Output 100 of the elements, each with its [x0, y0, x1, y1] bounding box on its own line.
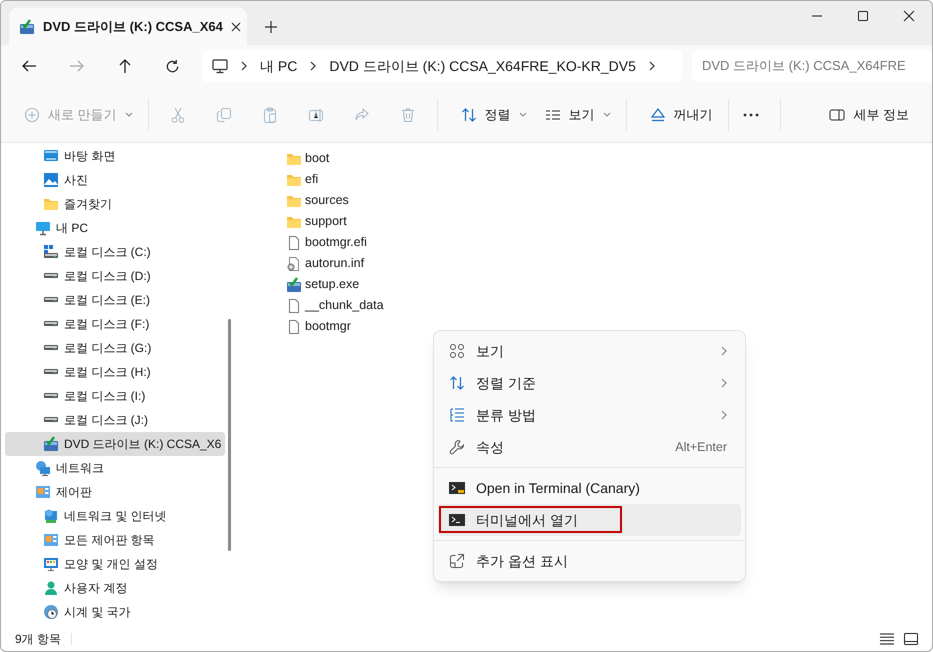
file-name[interactable]: __chunk_data	[305, 296, 384, 315]
menu-item[interactable]: 추가 옵션 표시	[438, 545, 741, 577]
refresh-icon[interactable]	[165, 58, 180, 74]
monitor-palette-icon	[43, 556, 59, 572]
terminal-icon	[449, 512, 465, 528]
breadcrumb[interactable]: DVD 드라이브 (K:) CCSA_X64FRE_KO-KR_DV5	[329, 56, 636, 76]
toolbar-button[interactable]: 세부 정보	[820, 98, 918, 132]
file-name[interactable]: setup.exe	[305, 275, 360, 294]
sidebar-item[interactable]: 로컬 디스크 (F:)	[5, 312, 225, 336]
sidebar-item[interactable]: 네트워크 및 인터넷	[5, 504, 225, 528]
sidebar-item[interactable]: 네트워크	[5, 456, 225, 480]
dvd-drive-icon	[19, 18, 35, 34]
menu-item[interactable]: 분류 방법	[438, 399, 741, 431]
sidebar-item[interactable]: 사진	[5, 168, 225, 192]
sidebar-item[interactable]: 내 PC	[5, 216, 225, 240]
back-icon[interactable]	[21, 58, 37, 74]
file-icon	[286, 234, 302, 250]
search-placeholder: DVD 드라이브 (K:) CCSA_X64FRE	[702, 57, 906, 76]
file-name[interactable]: boot	[305, 149, 330, 168]
drive-icon	[43, 272, 59, 278]
sidebar-item[interactable]: 로컬 디스크 (J:)	[5, 408, 225, 432]
menu-item[interactable]: 터미널에서 열기	[438, 504, 741, 536]
computer-icon	[212, 58, 228, 74]
setup-icon	[286, 276, 302, 292]
caret-icon	[602, 112, 611, 117]
caret-icon	[518, 112, 527, 117]
sidebar-item[interactable]: 모든 제어판 항목	[5, 528, 225, 552]
control-panel-icon	[35, 484, 51, 500]
details-pane-icon	[829, 106, 846, 122]
shortcut-text: Alt+Enter	[675, 438, 727, 456]
settings-file-icon	[286, 256, 302, 272]
new-icon	[24, 106, 40, 122]
list-icon	[449, 407, 465, 423]
dropdown-button[interactable]: 정렬	[452, 98, 536, 132]
tab-title: DVD 드라이브 (K:) CCSA_X64	[43, 18, 223, 36]
eject-icon	[650, 106, 666, 122]
desktop-icon	[43, 148, 59, 164]
menu-item[interactable]: Open in Terminal (Canary)	[438, 472, 741, 504]
drive-icon	[43, 392, 59, 398]
sidebar-item[interactable]: 사용자 계정	[5, 576, 225, 600]
sidebar-item[interactable]: 제어판	[5, 480, 225, 504]
sidebar-item[interactable]: 바탕 화면	[5, 144, 225, 168]
dvd-drive-icon	[43, 436, 59, 452]
picture-icon	[43, 172, 59, 188]
chevron-right-icon[interactable]	[309, 61, 318, 71]
dropdown-button[interactable]: 보기	[536, 98, 620, 132]
window-tab[interactable]: DVD 드라이브 (K:) CCSA_X64	[9, 8, 247, 45]
sidebar-item[interactable]: 로컬 디스크 (I:)	[5, 384, 225, 408]
toolbar-button[interactable]: 꺼내기	[640, 98, 722, 132]
tiles-view-icon[interactable]	[904, 633, 918, 645]
scrollbar[interactable]	[228, 319, 231, 551]
sidebar-item[interactable]: DVD 드라이브 (K:) CCSA_X6	[5, 432, 225, 456]
drive-icon	[43, 344, 59, 350]
computer-icon	[35, 220, 51, 236]
search-field[interactable]: DVD 드라이브 (K:) CCSA_X64FRE	[692, 50, 932, 82]
sidebar-item[interactable]: 즐겨찾기	[5, 192, 225, 216]
sort-icon	[449, 375, 465, 391]
close-tab-icon[interactable]	[230, 22, 241, 32]
file-name[interactable]: autorun.inf	[305, 254, 364, 273]
user-icon	[43, 580, 59, 596]
drive-icon	[43, 320, 59, 326]
drive-icon	[43, 368, 59, 374]
file-name[interactable]: sources	[305, 191, 349, 210]
folder-icon	[43, 196, 59, 212]
file-name[interactable]: efi	[305, 170, 318, 189]
details-view-icon[interactable]	[880, 633, 894, 645]
caret-icon	[124, 112, 133, 117]
address-bar[interactable]: 내 PC DVD 드라이브 (K:) CCSA_X64FRE_KO-KR_DV5	[202, 50, 682, 82]
up-icon[interactable]	[117, 58, 133, 74]
sidebar-item[interactable]: 로컬 디스크 (E:)	[5, 288, 225, 312]
sidebar-item[interactable]: 시계 및 국가	[5, 600, 225, 624]
chevron-right-icon[interactable]	[240, 61, 248, 71]
open-external-icon	[449, 553, 465, 569]
grid-icon	[449, 343, 465, 359]
file-icon	[286, 318, 302, 334]
new-tab-icon[interactable]	[265, 21, 277, 33]
network-icon	[43, 508, 59, 524]
drive-icon	[43, 416, 59, 422]
chevron-right-icon[interactable]	[648, 61, 656, 71]
wrench-icon	[449, 439, 465, 455]
drive-icon	[43, 296, 59, 302]
menu-item[interactable]: 보기	[438, 335, 741, 367]
control-panel-icon	[43, 532, 59, 548]
menu-item[interactable]: 정렬 기준	[438, 367, 741, 399]
menu-item[interactable]: 속성 Alt+Enter	[438, 431, 741, 463]
sort-icon	[460, 106, 477, 122]
breadcrumb[interactable]: 내 PC	[260, 56, 298, 76]
drive-icon	[43, 244, 59, 260]
file-name[interactable]: bootmgr	[305, 317, 351, 336]
sidebar-item[interactable]: 로컬 디스크 (G:)	[5, 336, 225, 360]
sidebar-item[interactable]: 로컬 디스크 (H:)	[5, 360, 225, 384]
sidebar-item[interactable]: 모양 및 개인 설정	[5, 552, 225, 576]
network-icon	[35, 460, 51, 476]
item-count: 9개 항목	[15, 631, 62, 648]
sidebar-item[interactable]: 로컬 디스크 (C:)	[5, 240, 225, 264]
file-name[interactable]: support	[305, 212, 347, 231]
terminal-icon	[449, 480, 465, 496]
sidebar-item[interactable]: 로컬 디스크 (D:)	[5, 264, 225, 288]
clock-globe-icon	[43, 604, 59, 620]
file-name[interactable]: bootmgr.efi	[305, 233, 367, 252]
